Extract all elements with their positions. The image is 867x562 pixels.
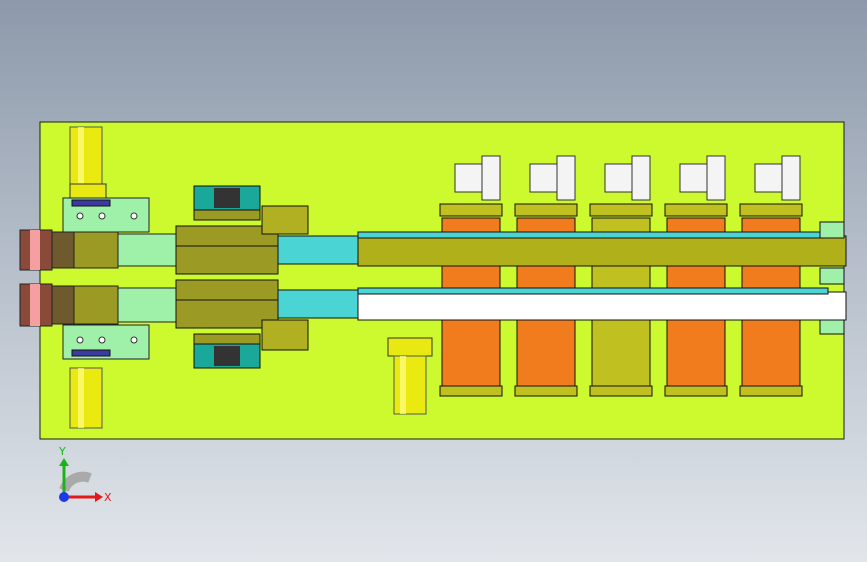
clamp-block-top <box>193 185 261 221</box>
x-axis-label: X <box>104 491 112 504</box>
axis-triad: Y X <box>58 445 112 504</box>
conveyor-top <box>357 235 847 267</box>
conveyor-bottom <box>357 291 847 321</box>
ejector-cylinder <box>387 337 433 415</box>
transfer-bottom <box>277 289 359 319</box>
y-axis-label: Y <box>58 445 66 458</box>
transfer-top <box>277 235 359 265</box>
left-cylinder-top <box>69 126 107 199</box>
left-cylinder-bottom <box>69 367 103 429</box>
feeder-bottom <box>19 283 179 327</box>
clamp-block-bottom <box>193 333 261 369</box>
feeder-top <box>19 229 179 271</box>
cad-viewport[interactable]: Y X <box>0 0 867 562</box>
